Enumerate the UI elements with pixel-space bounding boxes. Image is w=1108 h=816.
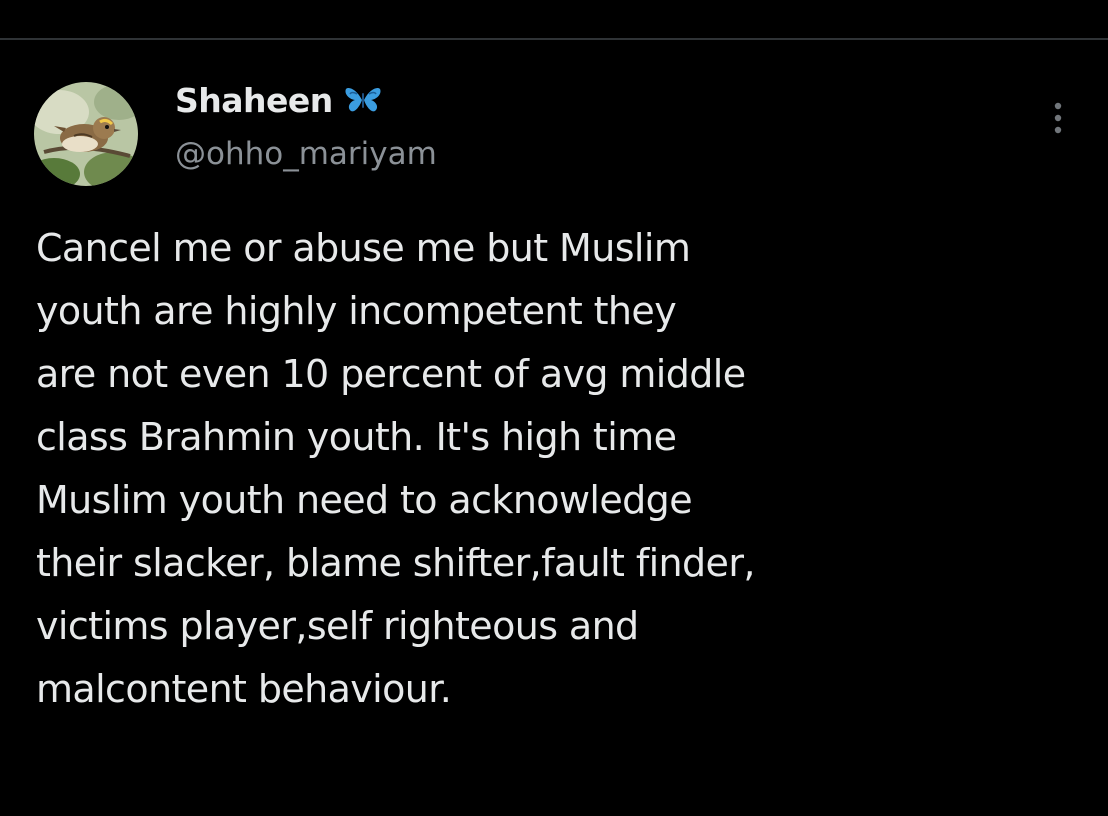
user-handle[interactable]: @ohho_mariyam (175, 136, 437, 172)
avatar-bird-image (34, 82, 138, 186)
butterfly-icon (343, 84, 383, 116)
author-name-row: Shaheen (175, 78, 383, 122)
avatar[interactable] (34, 82, 138, 186)
tweet[interactable]: Shaheen @ohho_mariyam Cancel me or abuse… (0, 40, 1108, 816)
tweet-text: Cancel me or abuse me but Muslim youth a… (36, 226, 755, 711)
display-name[interactable]: Shaheen (175, 81, 333, 120)
more-vertical-icon[interactable] (1038, 96, 1078, 140)
